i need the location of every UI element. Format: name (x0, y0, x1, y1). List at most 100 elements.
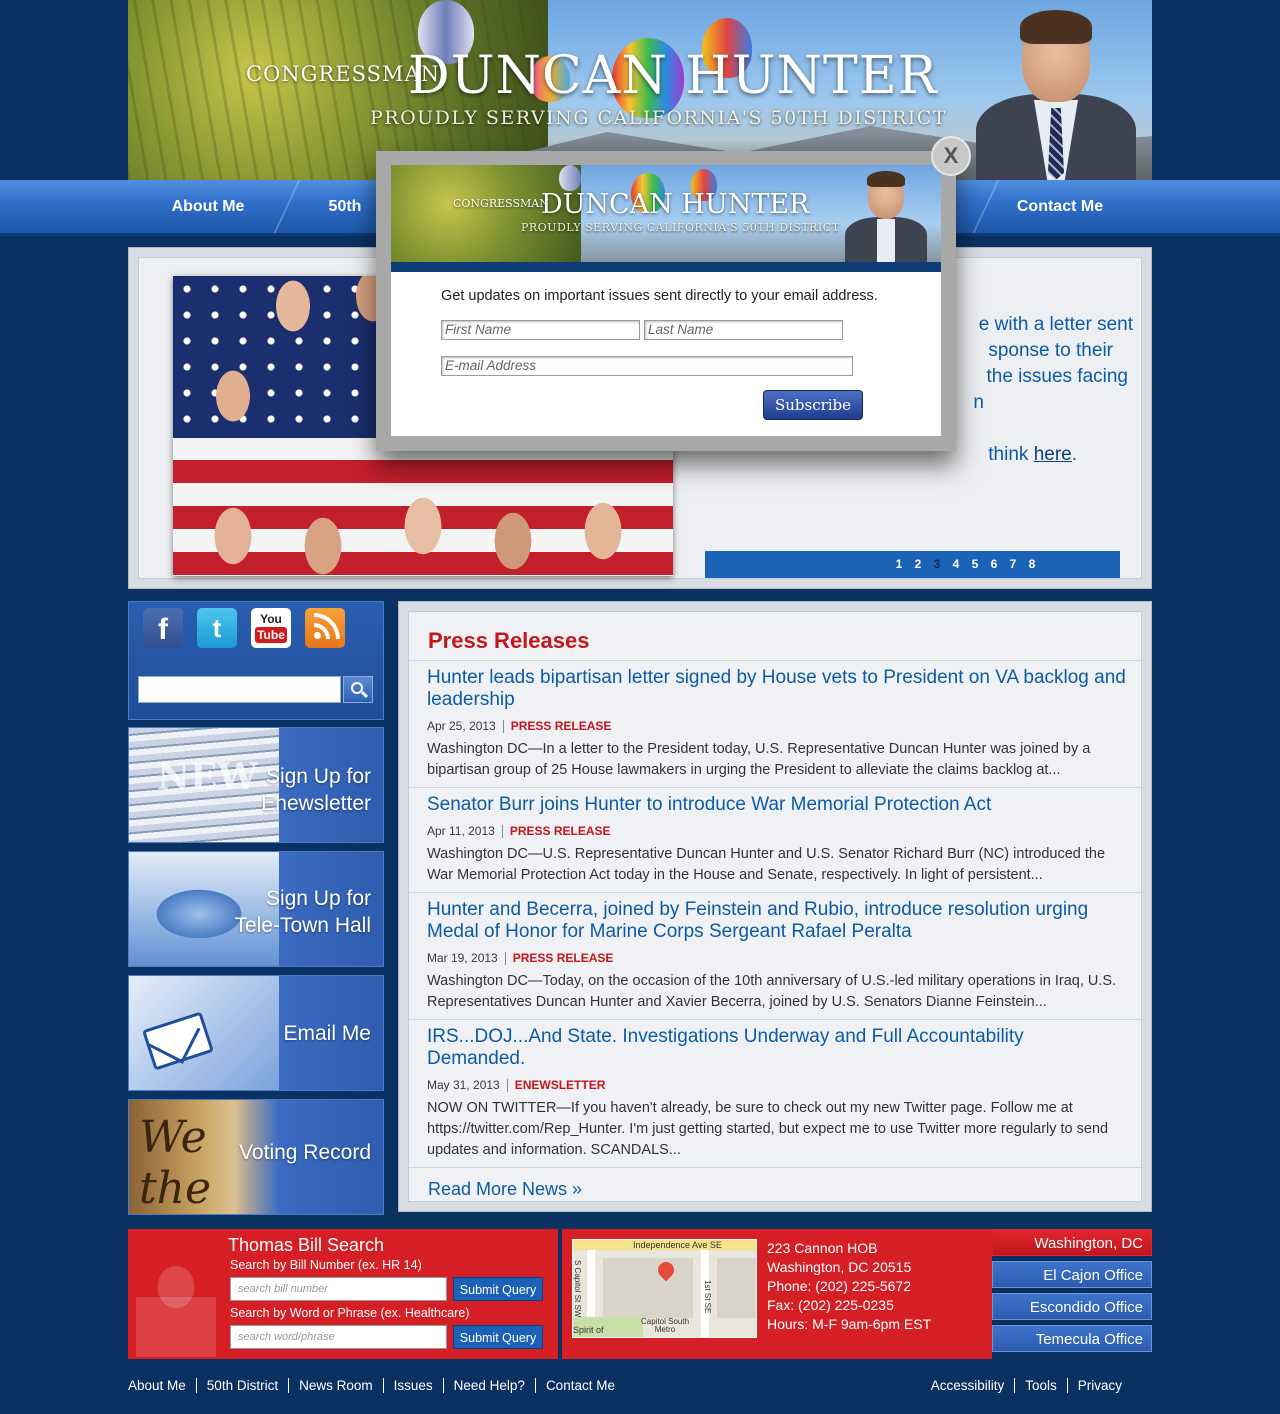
footer-utility-nav: Accessibility Tools Privacy (931, 1378, 1132, 1393)
press-date: Mar 19, 2013 (427, 951, 498, 965)
promo-label: Sign Up for Enewsletter (261, 765, 371, 815)
header-tagline: PROUDLY SERVING CALIFORNIA'S 50TH DISTRI… (370, 107, 947, 129)
youtube-icon[interactable]: You Tube (251, 608, 291, 648)
promo-label: Sign Up for Tele-Town Hall (234, 887, 371, 937)
balloon-image (559, 165, 581, 191)
footer-link-50th-district[interactable]: 50th District (195, 1378, 288, 1393)
press-date: Apr 25, 2013 (427, 719, 496, 733)
promo-label: Email Me (283, 1022, 371, 1045)
pager-2[interactable]: 2 (909, 551, 928, 578)
press-category[interactable]: PRESS RELEASE (510, 824, 611, 838)
press-item: Hunter leads bipartisan letter signed by… (409, 660, 1141, 781)
signup-enewsletter-button[interactable]: NEW Sign Up for Enewsletter (128, 727, 384, 843)
congressman-portrait (970, 8, 1140, 180)
bill-number-input[interactable]: search bill number (230, 1277, 447, 1301)
nav-contact-me[interactable]: Contact Me (990, 180, 1130, 233)
rss-icon[interactable] (305, 608, 345, 648)
feature-here-link[interactable]: here (1034, 444, 1072, 465)
feature-line: sponse to their (988, 340, 1113, 361)
pager-5[interactable]: 5 (966, 551, 985, 578)
capitol-dome-image (136, 1237, 216, 1357)
twitter-icon[interactable]: t (197, 608, 237, 648)
pager-3[interactable]: 3 (928, 551, 947, 578)
feature-line: the issues facing (986, 366, 1128, 387)
close-icon[interactable]: X (931, 136, 971, 176)
press-desc: NOW ON TWITTER—If you haven't already, b… (427, 1100, 1109, 1159)
thomas-title: Thomas Bill Search (228, 1235, 385, 1255)
email-address-input[interactable]: E-mail Address (441, 356, 853, 376)
footer-link-tools[interactable]: Tools (1014, 1378, 1067, 1393)
modal-body: Get updates on important issues sent dir… (391, 272, 941, 436)
feature-line-last: think here. (988, 444, 1077, 465)
modal-banner-tagline: PROUDLY SERVING CALIFORNIA'S 50TH DISTRI… (521, 221, 840, 234)
social-search-panel: f t You Tube (128, 601, 384, 720)
envelope-icon (142, 1011, 214, 1071)
voting-record-button[interactable]: We the Voting Record (128, 1099, 384, 1215)
pager-6[interactable]: 6 (985, 551, 1004, 578)
modal-banner-congressman: CONGRESSMAN (453, 197, 549, 210)
email-me-button[interactable]: Email Me (128, 975, 384, 1091)
word-phrase-submit-button[interactable]: Submit Query (453, 1325, 543, 1349)
modal-message: Get updates on important issues sent dir… (441, 288, 878, 304)
press-date: May 31, 2013 (427, 1078, 500, 1092)
word-phrase-input[interactable]: search word/phrase (230, 1325, 447, 1349)
office-tab-washington[interactable]: Washington, DC (979, 1229, 1152, 1256)
office-tab-el-cajon[interactable]: El Cajon Office (992, 1261, 1152, 1288)
header-name[interactable]: DUNCAN HUNTER (408, 46, 938, 106)
read-more-news-link[interactable]: Read More News » (409, 1167, 1141, 1211)
press-category[interactable]: PRESS RELEASE (511, 719, 612, 733)
office-map[interactable]: Independence Ave SE S Capitol St SW 1st … (572, 1239, 757, 1338)
office-panel: Independence Ave SE S Capitol St SW 1st … (562, 1229, 992, 1359)
slider-pager: 12345678 (705, 551, 1120, 578)
pager-7[interactable]: 7 (1004, 551, 1023, 578)
modal-portrait (841, 169, 931, 262)
pager-8[interactable]: 8 (1023, 551, 1042, 578)
newspaper-image: NEW (129, 728, 279, 842)
footer-link-privacy[interactable]: Privacy (1066, 1378, 1132, 1393)
bill-number-label: Search by Bill Number (ex. HR 14) (230, 1258, 422, 1272)
search-button[interactable] (343, 676, 373, 703)
footer-link-news-room[interactable]: News Room (288, 1378, 383, 1393)
office-tab-escondido[interactable]: Escondido Office (992, 1293, 1152, 1320)
press-releases-panel: Press Releases Hunter leads bipartisan l… (398, 601, 1152, 1212)
office-address: 223 Cannon HOB Washington, DC 20515 Phon… (767, 1240, 932, 1332)
press-title[interactable]: Hunter and Becerra, joined by Feinstein … (427, 899, 1127, 943)
press-date: Apr 11, 2013 (427, 824, 495, 838)
footer-link-accessibility[interactable]: Accessibility (931, 1378, 1015, 1393)
footer-link-need-help[interactable]: Need Help? (442, 1378, 535, 1393)
facebook-icon[interactable]: f (143, 608, 183, 648)
press-desc: Washington DC—Today, on the occasion of … (427, 973, 1117, 1011)
press-category[interactable]: ENEWSLETTER (515, 1078, 606, 1092)
promo-label: Voting Record (239, 1141, 371, 1164)
word-phrase-label: Search by Word or Phrase (ex. Healthcare… (230, 1306, 470, 1320)
press-title[interactable]: Senator Burr joins Hunter to introduce W… (427, 794, 1127, 816)
office-tab-temecula[interactable]: Temecula Office (992, 1325, 1152, 1352)
feature-line: n (973, 392, 984, 413)
press-heading: Press Releases (428, 628, 590, 653)
footer-link-contact-me[interactable]: Contact Me (534, 1378, 625, 1393)
pager-4[interactable]: 4 (947, 551, 966, 578)
press-category[interactable]: PRESS RELEASE (513, 951, 614, 965)
press-title[interactable]: IRS...DOJ...And State. Investigations Un… (427, 1026, 1127, 1070)
press-desc: Washington DC—In a letter to the Preside… (427, 741, 1091, 779)
pager-1[interactable]: 1 (890, 551, 909, 578)
first-name-input[interactable]: First Name (441, 320, 640, 340)
last-name-input[interactable]: Last Name (644, 320, 843, 340)
footer-nav: About Me 50th District News Room Issues Need… (128, 1378, 625, 1393)
feature-line: e with a letter sent (978, 314, 1133, 335)
press-item: Senator Burr joins Hunter to introduce W… (409, 787, 1141, 886)
subscribe-modal: CONGRESSMAN DUNCAN HUNTER PROUDLY SERVIN… (376, 136, 971, 451)
signup-tele-town-hall-button[interactable]: Sign Up for Tele-Town Hall (128, 851, 384, 967)
subscribe-button[interactable]: Subscribe (763, 390, 863, 420)
footer-link-about-me[interactable]: About Me (128, 1378, 196, 1393)
press-desc: Washington DC—U.S. Representative Duncan… (427, 846, 1106, 884)
footer-link-issues[interactable]: Issues (382, 1378, 443, 1393)
press-title[interactable]: Hunter leads bipartisan letter signed by… (427, 667, 1127, 711)
modal-banner: CONGRESSMAN DUNCAN HUNTER PROUDLY SERVIN… (391, 165, 941, 272)
press-item: Hunter and Becerra, joined by Feinstein … (409, 892, 1141, 1013)
modal-banner-name: DUNCAN HUNTER (541, 189, 810, 220)
bill-number-submit-button[interactable]: Submit Query (453, 1277, 543, 1301)
thomas-bill-search: Thomas Bill Search Search by Bill Number… (128, 1229, 558, 1359)
site-search-input[interactable] (138, 676, 341, 703)
nav-about-me[interactable]: About Me (128, 180, 288, 233)
